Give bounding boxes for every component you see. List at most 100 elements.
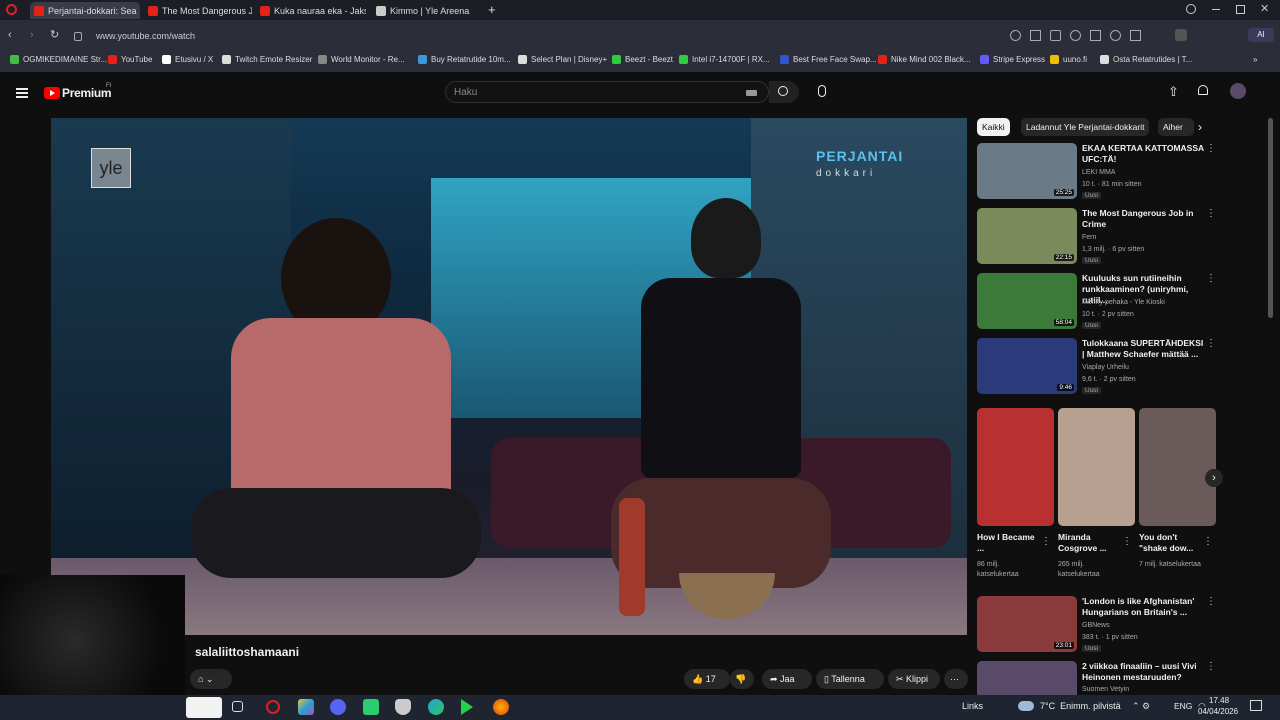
notifications-icon[interactable] xyxy=(1250,700,1262,711)
account-avatar[interactable] xyxy=(1230,83,1246,99)
video-thumbnail[interactable]: 23:01 xyxy=(977,596,1077,652)
dislike-button[interactable]: 👎 xyxy=(730,669,754,689)
bookmark-item[interactable]: Buy Retatrutide 10m... xyxy=(418,55,511,64)
shield-taskbar-icon[interactable] xyxy=(395,699,411,715)
video-title[interactable]: 2 viikkoa finaaliin – uusi Vivi Heinonen… xyxy=(1082,661,1207,683)
youtube-logo-text[interactable]: Premium xyxy=(62,86,112,100)
keyboard-icon[interactable] xyxy=(746,90,757,96)
task-view-icon[interactable] xyxy=(232,701,243,712)
more-actions-button[interactable]: ⋯ xyxy=(944,669,968,689)
subscribe-bell-button[interactable]: ⌂ ⌄ xyxy=(190,669,232,689)
share-button[interactable]: ➦ Jaa xyxy=(762,669,812,689)
channel-name[interactable]: salaliittoshamaani xyxy=(195,645,299,659)
clock-date[interactable]: 04/04/2026 xyxy=(1198,707,1238,716)
bookmark-item[interactable]: Osta Retatrutides | T... xyxy=(1100,55,1192,64)
video-menu-button[interactable]: ⋮ xyxy=(1206,143,1216,154)
channel-name[interactable]: Suomen Vetyin xyxy=(1082,685,1129,695)
bookmark-item[interactable]: Best Free Face Swap... xyxy=(780,55,877,64)
language-indicator[interactable]: ENG xyxy=(1174,701,1192,711)
play-taskbar-icon[interactable] xyxy=(461,699,473,715)
video-title[interactable]: EKAA KERTAA KATTOMASSA UFC:TÄ! xyxy=(1082,143,1207,165)
discord-taskbar-icon[interactable] xyxy=(330,699,346,715)
search-box[interactable] xyxy=(186,697,222,718)
opera-logo-icon[interactable] xyxy=(6,4,17,15)
bookmark-item[interactable]: Nike Mind 002 Black... xyxy=(878,55,971,64)
channel-name[interactable]: Menny pehaka - Yle Kioski xyxy=(1082,298,1165,308)
bookmark-item[interactable]: YouTube xyxy=(108,55,152,64)
video-title[interactable]: The Most Dangerous Job in Crime xyxy=(1082,208,1207,230)
shorts-next-button[interactable]: › xyxy=(1205,469,1223,487)
chip-all[interactable]: Kaikki xyxy=(977,118,1010,136)
app-taskbar-icon[interactable] xyxy=(298,699,314,715)
video-thumbnail[interactable]: 25:25 xyxy=(977,143,1077,199)
channel-name[interactable]: Viaplay Urheilu xyxy=(1082,363,1129,373)
bookmark-item[interactable]: World Monitor - Re... xyxy=(318,55,405,64)
video-thumbnail[interactable]: 9:46 xyxy=(977,338,1077,394)
firefox-taskbar-icon[interactable] xyxy=(493,699,509,715)
close-window-button[interactable]: ✕ xyxy=(1260,2,1269,15)
back-button[interactable]: ‹ xyxy=(8,29,12,41)
bookmark-item[interactable]: Twitch Emote Resizer xyxy=(222,55,312,64)
maximize-button[interactable] xyxy=(1236,5,1245,14)
bookmark-item[interactable]: Select Plan | Disney+ xyxy=(518,55,607,64)
extension-icons[interactable] xyxy=(1010,30,1160,42)
weather-text[interactable]: 7°C Enimm. pilvistä xyxy=(1040,701,1121,711)
bookmark-item[interactable]: OGMIKEDIMAINE Str... xyxy=(10,55,107,64)
tab-2[interactable]: The Most Dangerous Job xyxy=(144,2,252,19)
like-button[interactable]: 👍 17 xyxy=(684,669,730,689)
clip-button[interactable]: ✂ Klippi xyxy=(888,669,940,689)
video-player[interactable]: yle PERJANTAI dokkari xyxy=(51,118,967,635)
ai-button[interactable]: AI xyxy=(1248,28,1274,42)
tab-1[interactable]: Perjantai-dokkari: Sea xyxy=(30,2,140,19)
short-title[interactable]: You don't "shake dow... xyxy=(1139,532,1201,554)
short-thumbnail[interactable] xyxy=(977,408,1054,526)
video-menu-button[interactable]: ⋮ xyxy=(1206,661,1216,672)
tab-4[interactable]: Kimmo | Yle Areena xyxy=(372,2,482,19)
short-title[interactable]: Miranda Cosgrove ... xyxy=(1058,532,1120,554)
minimize-button[interactable] xyxy=(1212,9,1220,10)
chip-related[interactable]: Aiher xyxy=(1158,118,1194,136)
short-menu-button[interactable]: ⋮ xyxy=(1122,536,1132,547)
url-field[interactable]: www.youtube.com/watch xyxy=(70,26,1026,46)
bookmark-item[interactable]: Stripe Express xyxy=(980,55,1045,64)
short-title[interactable]: How I Became ... xyxy=(977,532,1039,554)
channel-name[interactable]: Fern xyxy=(1082,233,1096,243)
bookmarks-overflow-icon[interactable]: » xyxy=(1253,55,1257,64)
menu-icon[interactable] xyxy=(16,88,28,98)
edge-taskbar-icon[interactable] xyxy=(428,699,444,715)
video-menu-button[interactable]: ⋮ xyxy=(1206,338,1216,349)
short-thumbnail[interactable] xyxy=(1058,408,1135,526)
bookmark-item[interactable]: Intel i7-14700F | RX... xyxy=(679,55,770,64)
bookmark-item[interactable]: uuno.fi xyxy=(1050,55,1087,64)
video-title[interactable]: Tulokkaana SUPERTÄHDEKSI | Matthew Schae… xyxy=(1082,338,1207,360)
video-menu-button[interactable]: ⋮ xyxy=(1206,596,1216,607)
video-thumbnail[interactable] xyxy=(977,661,1077,695)
short-thumbnail[interactable] xyxy=(1139,408,1216,526)
video-menu-button[interactable]: ⋮ xyxy=(1206,208,1216,219)
app-taskbar-icon[interactable] xyxy=(363,699,379,715)
youtube-logo-icon[interactable] xyxy=(44,87,60,99)
search-input[interactable]: Haku xyxy=(445,81,769,103)
chevron-right-icon[interactable]: › xyxy=(1198,120,1202,134)
chip-uploaded-by[interactable]: Ladannut Yle Perjantai-dokkarit xyxy=(1021,118,1150,136)
save-button[interactable]: ▯ Tallenna xyxy=(816,669,884,689)
video-thumbnail[interactable]: 22:15 xyxy=(977,208,1077,264)
bookmark-item[interactable]: Etusivu / X xyxy=(162,55,213,64)
forward-button[interactable]: › xyxy=(30,29,34,41)
tab-3[interactable]: Kuka nauraa eka - Jakso 2 xyxy=(256,2,366,19)
new-tab-button[interactable]: + xyxy=(488,2,496,17)
opera-taskbar-icon[interactable] xyxy=(266,700,280,714)
video-title[interactable]: 'London is like Afghanistan' Hungarians … xyxy=(1082,596,1207,618)
search-tabs-icon[interactable] xyxy=(1186,4,1196,14)
bookmark-item[interactable]: Beezt - Beezt xyxy=(612,55,673,64)
search-button[interactable] xyxy=(769,81,799,103)
channel-name[interactable]: GBNews xyxy=(1082,621,1110,631)
video-thumbnail[interactable]: 58:04 xyxy=(977,273,1077,329)
channel-name[interactable]: LEKI MMA xyxy=(1082,168,1115,178)
create-upload-icon[interactable]: ⇧ xyxy=(1168,84,1179,100)
links-toolbar[interactable]: Links xyxy=(962,701,983,711)
video-menu-button[interactable]: ⋮ xyxy=(1206,273,1216,284)
clock-time[interactable]: 17.48 xyxy=(1209,696,1229,705)
notifications-bell-icon[interactable] xyxy=(1198,85,1208,95)
profile-icon[interactable] xyxy=(1175,29,1187,41)
